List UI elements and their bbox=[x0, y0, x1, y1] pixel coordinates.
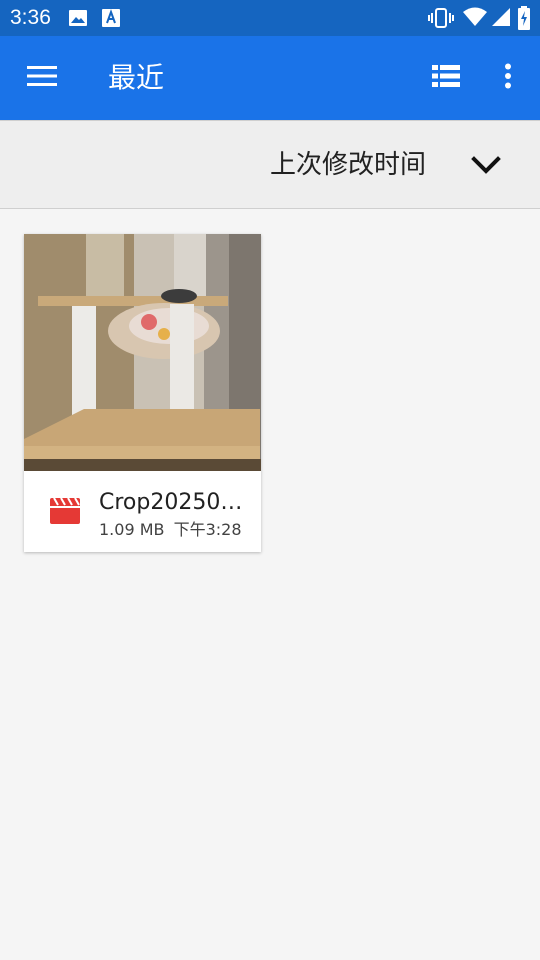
page-title: 最近 bbox=[108, 61, 165, 94]
vibrate-icon bbox=[428, 8, 454, 32]
battery-charging-icon bbox=[518, 6, 530, 34]
sort-label[interactable]: 上次修改时间 bbox=[270, 148, 426, 182]
status-bar: 3:36 bbox=[0, 0, 540, 36]
file-name: Crop20250… bbox=[99, 490, 243, 515]
file-size: 1.09 MB bbox=[99, 520, 165, 539]
video-clapper-icon bbox=[50, 497, 80, 528]
more-options-button[interactable] bbox=[488, 58, 528, 98]
menu-button[interactable] bbox=[20, 58, 64, 98]
wifi-icon bbox=[462, 7, 488, 31]
image-icon bbox=[68, 9, 88, 31]
file-card[interactable]: Crop20250… 1.09 MB 下午3:28 bbox=[24, 234, 261, 552]
file-meta: 1.09 MB 下午3:28 bbox=[99, 519, 242, 541]
menu-icon bbox=[27, 65, 57, 91]
video-thumbnail[interactable] bbox=[24, 234, 261, 471]
text-a-icon bbox=[102, 9, 120, 31]
app-bar: 最近 bbox=[0, 36, 540, 120]
more-vert-icon bbox=[504, 63, 512, 93]
list-view-button[interactable] bbox=[424, 58, 468, 98]
chevron-down-icon[interactable] bbox=[468, 148, 504, 184]
sort-bar[interactable]: 上次修改时间 bbox=[0, 120, 540, 209]
list-view-icon bbox=[432, 64, 460, 92]
signal-icon bbox=[491, 7, 511, 31]
file-time: 下午3:28 bbox=[173, 520, 242, 539]
status-time: 3:36 bbox=[10, 6, 51, 29]
